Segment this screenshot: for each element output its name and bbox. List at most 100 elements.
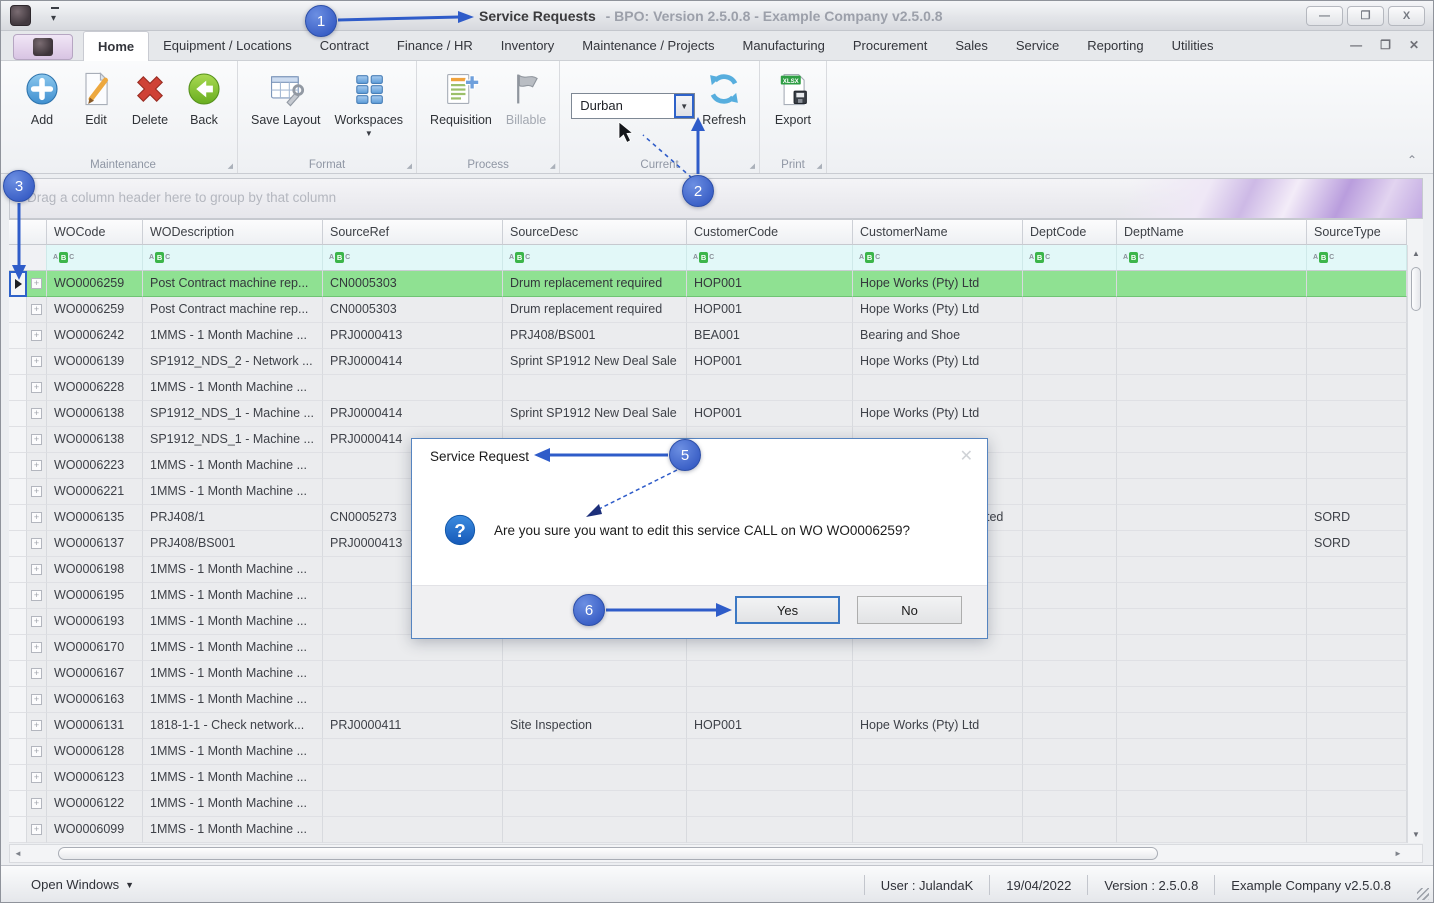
filter-cell-customername[interactable]: ABC [853, 245, 1023, 271]
no-button[interactable]: No [857, 596, 962, 624]
grid-row-WO0006138[interactable]: + WO0006138 SP1912_NDS_1 - Machine ... PRJ0… [9, 401, 1423, 427]
column-header-sourceref[interactable]: SourceRef [323, 219, 503, 245]
column-header-sourcetype[interactable]: SourceType [1307, 219, 1407, 245]
column-header-deptcode[interactable]: DeptCode [1023, 219, 1117, 245]
row-selector[interactable] [9, 635, 27, 661]
workspaces-button[interactable]: Workspaces ▼ [329, 65, 410, 140]
scroll-up-icon[interactable]: ▲ [1408, 245, 1424, 262]
filter-cell-sourcedesc[interactable]: ABC [503, 245, 687, 271]
minimize-button[interactable]: — [1306, 6, 1343, 26]
row-selector[interactable] [9, 297, 27, 323]
grid-row-WO0006099[interactable]: + WO0006099 1MMS - 1 Month Machine ... [9, 817, 1423, 843]
expand-row-icon[interactable]: + [27, 349, 47, 375]
row-selector[interactable] [9, 427, 27, 453]
expand-row-icon[interactable]: + [27, 609, 47, 635]
group-dialog-launcher-icon[interactable]: ◢ [750, 162, 755, 170]
column-header-wodescription[interactable]: WODescription [143, 219, 323, 245]
expand-row-icon[interactable]: + [27, 713, 47, 739]
row-selector[interactable] [9, 401, 27, 427]
column-header-customername[interactable]: CustomerName [853, 219, 1023, 245]
child-restore-icon[interactable]: ❐ [1380, 38, 1391, 52]
expand-row-icon[interactable]: + [27, 505, 47, 531]
group-dialog-launcher-icon[interactable]: ◢ [550, 162, 555, 170]
row-selector[interactable] [9, 765, 27, 791]
expand-row-icon[interactable]: + [27, 401, 47, 427]
expand-row-icon[interactable]: + [27, 479, 47, 505]
tab-procurement[interactable]: Procurement [839, 31, 941, 61]
requisition-button[interactable]: Requisition [424, 65, 498, 129]
delete-button[interactable]: Delete [124, 65, 176, 129]
row-selector[interactable] [9, 531, 27, 557]
expand-row-icon[interactable]: + [27, 687, 47, 713]
filter-cell-sourcetype[interactable]: ABC [1307, 245, 1407, 271]
open-windows-button[interactable]: Open Windows ▼ [31, 877, 134, 892]
expand-row-icon[interactable]: + [27, 453, 47, 479]
grid-row-WO0006242[interactable]: + WO0006242 1MMS - 1 Month Machine ... PRJ0… [9, 323, 1423, 349]
expand-row-icon[interactable]: + [27, 375, 47, 401]
row-selector[interactable] [9, 349, 27, 375]
filter-cell-wodescription[interactable]: ABC [143, 245, 323, 271]
tab-finance-hr[interactable]: Finance / HR [383, 31, 487, 61]
vertical-scrollbar[interactable]: ▲ ▼ [1407, 245, 1423, 843]
export-button[interactable]: XLSX Export [767, 65, 819, 129]
branch-combo[interactable]: Durban ▼ [571, 93, 696, 119]
refresh-button[interactable]: Refresh [696, 65, 752, 129]
grid-row-WO0006163[interactable]: + WO0006163 1MMS - 1 Month Machine ... [9, 687, 1423, 713]
horizontal-scrollbar[interactable]: ◄ ► [9, 844, 1423, 863]
yes-button[interactable]: Yes [735, 596, 840, 624]
tab-home[interactable]: Home [83, 31, 150, 61]
grid-row-WO0006259[interactable]: + WO0006259 Post Contract machine rep... CN… [9, 271, 1423, 297]
resize-grip[interactable] [1417, 888, 1429, 900]
horizontal-scrollbar-thumb[interactable] [58, 847, 1158, 860]
row-selector[interactable] [9, 791, 27, 817]
scroll-right-icon[interactable]: ► [1390, 845, 1406, 862]
expand-row-icon[interactable]: + [27, 271, 47, 297]
tab-reporting[interactable]: Reporting [1073, 31, 1157, 61]
grid-row-WO0006259[interactable]: + WO0006259 Post Contract machine rep... CN… [9, 297, 1423, 323]
filter-cell-customercode[interactable]: ABC [687, 245, 853, 271]
row-selector[interactable] [9, 687, 27, 713]
grid-row-WO0006131[interactable]: + WO0006131 1818-1-1 - Check network... PRJ… [9, 713, 1423, 739]
row-selector[interactable] [9, 713, 27, 739]
filter-cell-deptname[interactable]: ABC [1117, 245, 1307, 271]
row-selector[interactable] [9, 583, 27, 609]
group-dialog-launcher-icon[interactable]: ◢ [228, 162, 233, 170]
row-selector[interactable] [9, 271, 27, 297]
tab-utilities[interactable]: Utilities [1158, 31, 1228, 61]
expand-row-icon[interactable]: + [27, 557, 47, 583]
row-selector[interactable] [9, 817, 27, 843]
dialog-close-icon[interactable]: ✕ [960, 439, 973, 475]
collapse-ribbon-icon[interactable]: ⌃ [1407, 153, 1417, 167]
group-dialog-launcher-icon[interactable]: ◢ [817, 162, 822, 170]
tab-sales[interactable]: Sales [941, 31, 1002, 61]
billable-button[interactable]: Billable [500, 65, 552, 129]
expand-row-icon[interactable]: + [27, 531, 47, 557]
expand-row-icon[interactable]: + [27, 765, 47, 791]
filter-cell-wocode[interactable]: ABC [47, 245, 143, 271]
grid-row-WO0006228[interactable]: + WO0006228 1MMS - 1 Month Machine ... [9, 375, 1423, 401]
tab-maintenance-projects[interactable]: Maintenance / Projects [568, 31, 728, 61]
expand-row-icon[interactable]: + [27, 427, 47, 453]
row-selector[interactable] [9, 661, 27, 687]
group-by-band[interactable]: Drag a column header here to group by th… [9, 178, 1423, 219]
expand-row-icon[interactable]: + [27, 323, 47, 349]
back-button[interactable]: Back [178, 65, 230, 129]
vertical-scrollbar-thumb[interactable] [1411, 267, 1421, 311]
row-selector[interactable] [9, 557, 27, 583]
grid-row-WO0006122[interactable]: + WO0006122 1MMS - 1 Month Machine ... [9, 791, 1423, 817]
row-selector[interactable] [9, 739, 27, 765]
row-selector[interactable] [9, 375, 27, 401]
filter-cell-deptcode[interactable]: ABC [1023, 245, 1117, 271]
quick-access-dropdown-icon[interactable]: ▾ [51, 7, 59, 28]
expand-row-icon[interactable]: + [27, 297, 47, 323]
save-layout-button[interactable]: Save Layout [245, 65, 327, 129]
branch-combo-dropdown-button[interactable]: ▼ [674, 94, 695, 118]
column-header-wocode[interactable]: WOCode [47, 219, 143, 245]
tab-service[interactable]: Service [1002, 31, 1073, 61]
grid-row-WO0006167[interactable]: + WO0006167 1MMS - 1 Month Machine ... [9, 661, 1423, 687]
group-dialog-launcher-icon[interactable]: ◢ [407, 162, 412, 170]
column-header-customercode[interactable]: CustomerCode [687, 219, 853, 245]
grid-row-WO0006139[interactable]: + WO0006139 SP1912_NDS_2 - Network ... PRJ0… [9, 349, 1423, 375]
expand-row-icon[interactable]: + [27, 739, 47, 765]
grid-row-WO0006123[interactable]: + WO0006123 1MMS - 1 Month Machine ... [9, 765, 1423, 791]
